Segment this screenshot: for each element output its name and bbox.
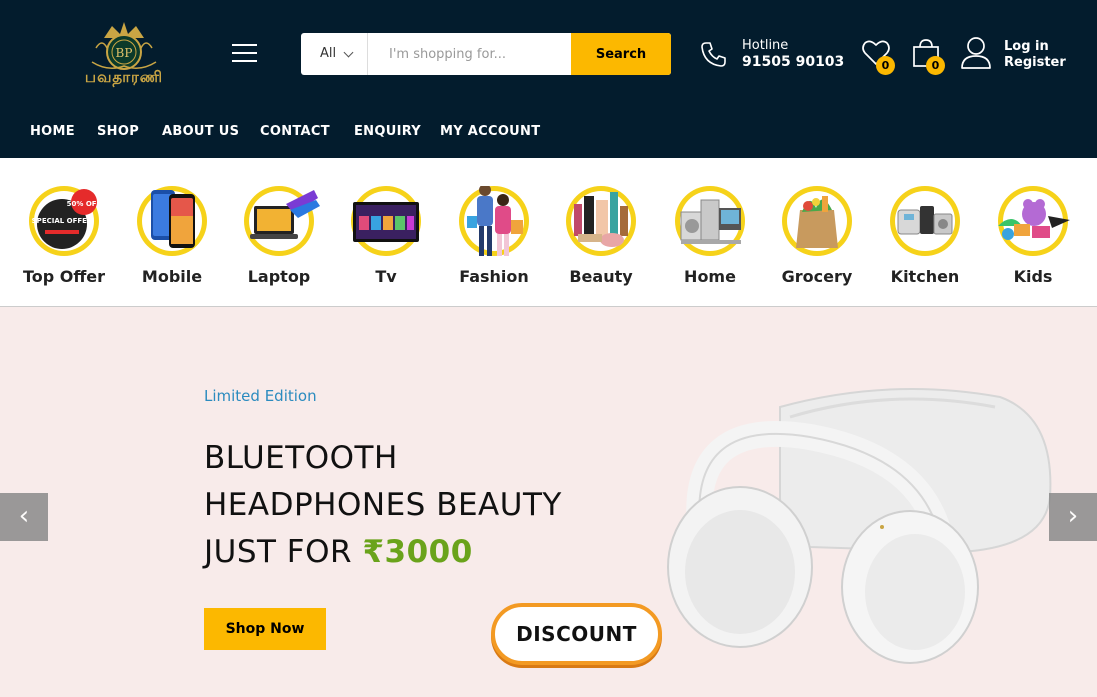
cart-count-badge: 0: [926, 56, 945, 75]
hotline-number: 91505 90103: [742, 54, 845, 70]
category-tv[interactable]: Tv: [332, 180, 440, 292]
svg-text:BP: BP: [116, 46, 133, 60]
kids-icon: [998, 186, 1070, 256]
search-bar: All Search: [301, 33, 671, 75]
category-home[interactable]: Home: [656, 180, 764, 292]
category-label: Laptop: [247, 267, 311, 286]
nav-item-contact[interactable]: CONTACT: [260, 124, 330, 139]
category-laptop[interactable]: Laptop: [225, 180, 333, 292]
search-category-select[interactable]: All: [301, 33, 368, 75]
cart-button[interactable]: 0: [911, 38, 945, 75]
nav-item-my-account[interactable]: MY ACCOUNT: [440, 124, 540, 139]
user-icon[interactable]: [960, 36, 992, 70]
svg-text:SPECIAL OFFER: SPECIAL OFFER: [32, 217, 93, 225]
hero-slider: Limited Edition BLUETOOTH HEADPHONES BEA…: [0, 307, 1097, 697]
nav-item-home[interactable]: HOME: [30, 124, 75, 139]
category-top-offer[interactable]: SPECIAL OFFER 50% OFF Top Offer: [10, 180, 118, 292]
category-label: Beauty: [569, 267, 633, 286]
category-label: Kitchen: [890, 267, 960, 286]
hero-title-line: JUST FOR ₹3000: [204, 529, 562, 576]
phone-icon: [701, 42, 726, 67]
headphones-image: [667, 388, 1052, 664]
category-label: Tv: [375, 267, 397, 286]
logo-text: பவதாரணி: [84, 68, 164, 86]
mobile-icon: [137, 186, 207, 256]
special-offer-icon: SPECIAL OFFER 50% OFF: [29, 186, 99, 256]
category-fashion[interactable]: Fashion: [440, 180, 548, 292]
slider-next-button[interactable]: ›: [1049, 493, 1097, 541]
svg-text:50% OFF: 50% OFF: [67, 200, 99, 208]
search-input[interactable]: [369, 33, 571, 75]
category-kitchen[interactable]: Kitchen: [871, 180, 979, 292]
wishlist-count-badge: 0: [876, 56, 895, 75]
chevron-left-icon: ‹: [18, 501, 30, 531]
register-link[interactable]: Register: [1004, 55, 1066, 70]
tv-icon: [351, 186, 421, 256]
chevron-right-icon: ›: [1067, 501, 1079, 531]
hero-title-prefix: JUST FOR: [204, 534, 353, 570]
category-label: Mobile: [141, 267, 203, 286]
nav-item-shop[interactable]: SHOP: [97, 124, 139, 139]
category-label: Fashion: [459, 267, 529, 286]
category-grocery[interactable]: Grocery: [763, 180, 871, 292]
category-beauty[interactable]: Beauty: [547, 180, 655, 292]
slider-prev-button[interactable]: ‹: [0, 493, 48, 541]
grocery-icon: [782, 186, 852, 256]
category-label: Kids: [1013, 267, 1053, 286]
hero-title-line: HEADPHONES BEAUTY: [204, 487, 562, 523]
fashion-icon: [459, 186, 529, 256]
login-link[interactable]: Log in: [1004, 39, 1049, 54]
shop-now-button[interactable]: Shop Now: [204, 608, 326, 650]
category-label: Grocery: [781, 267, 853, 286]
category-kids[interactable]: Kids: [979, 180, 1087, 292]
laptop-icon: [244, 186, 320, 256]
category-label: Home: [684, 267, 736, 286]
home-appliance-icon: [675, 186, 745, 256]
site-logo[interactable]: BP பவதாரணி: [74, 18, 174, 90]
hero-price: ₹3000: [362, 534, 473, 570]
chevron-down-icon: [343, 47, 354, 58]
hero-title-line: BLUETOOTH: [204, 440, 398, 476]
hero-title: BLUETOOTH HEADPHONES BEAUTY JUST FOR ₹30…: [204, 435, 562, 576]
search-category-value: All: [320, 46, 337, 61]
beauty-icon: [566, 186, 636, 256]
hero-kicker: Limited Edition: [204, 387, 317, 405]
wishlist-button[interactable]: 0: [861, 38, 895, 75]
menu-toggle-icon[interactable]: [232, 44, 257, 64]
category-mobile[interactable]: Mobile: [118, 180, 226, 292]
kitchen-icon: [890, 186, 960, 256]
category-label: Top Offer: [22, 267, 106, 286]
nav-item-about-us[interactable]: ABOUT US: [162, 124, 239, 139]
hotline-label: Hotline: [742, 38, 789, 53]
search-button[interactable]: Search: [571, 33, 671, 75]
nav-item-enquiry[interactable]: ENQUIRY: [354, 124, 421, 139]
header-bar: BP பவதாரணி All Search Hotline 91505 9010…: [0, 0, 1097, 158]
discount-label: DISCOUNT: [516, 622, 637, 646]
category-strip: SPECIAL OFFER 50% OFF Top Offer Mobile L…: [0, 158, 1097, 307]
discount-badge: DISCOUNT: [491, 603, 662, 665]
